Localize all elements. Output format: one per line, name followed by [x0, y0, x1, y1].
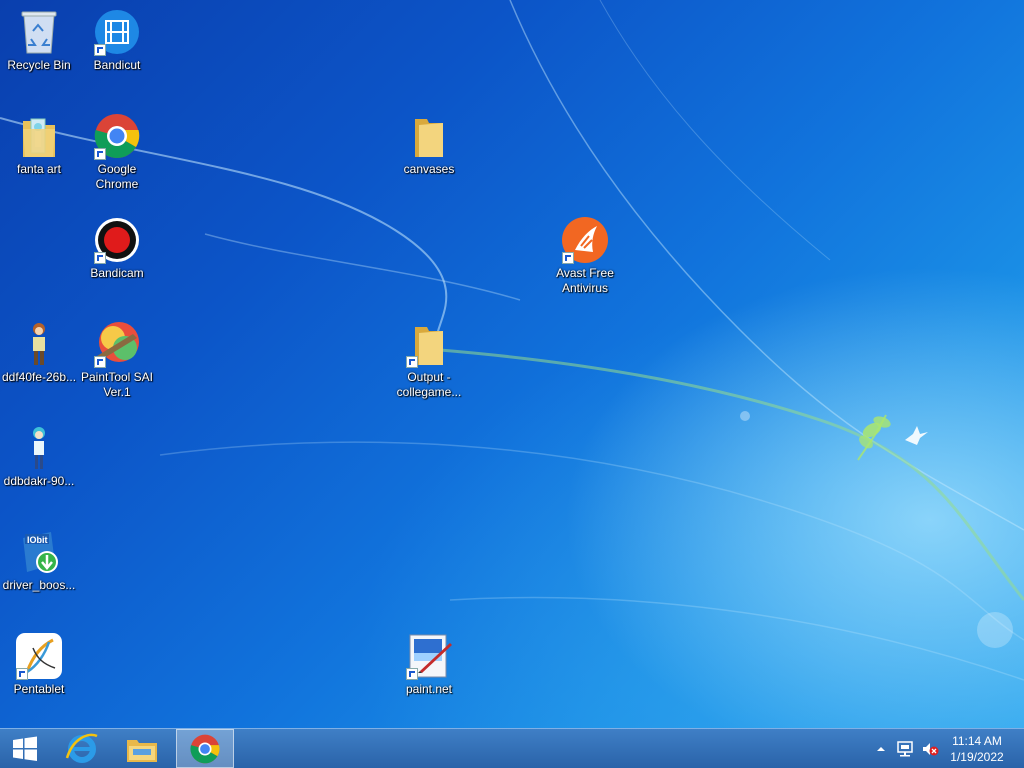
iobit-installer-icon: IObit: [15, 528, 63, 576]
volume-muted-icon: [923, 742, 939, 755]
shortcut-arrow-icon: [16, 668, 28, 680]
svg-text:IObit: IObit: [27, 535, 48, 545]
desktop-icon-ddf40fe[interactable]: ddf40fe-26b...: [0, 320, 78, 385]
network-icon: [897, 740, 913, 756]
start-button[interactable]: [0, 729, 50, 768]
windows-logo-icon: [13, 736, 37, 761]
desktop-icon-label: Pentablet: [13, 682, 65, 696]
paint-net-icon: [405, 632, 453, 680]
clock-date: 1/19/2022: [950, 750, 1004, 764]
chrome-icon: [190, 734, 220, 763]
pentablet-icon: [15, 632, 63, 680]
shortcut-arrow-icon: [562, 252, 574, 264]
desktop-icon-label: driver_boos...: [2, 578, 76, 592]
desktop-icon-driver-booster[interactable]: IObit driver_boos...: [0, 528, 78, 593]
film-icon: [93, 8, 141, 56]
desktop-icon-label: paint.net: [405, 682, 453, 696]
desktop-icon-label: Recycle Bin: [7, 58, 71, 72]
avast-icon: [561, 216, 609, 264]
shortcut-arrow-icon: [94, 44, 106, 56]
taskbar-internet-explorer-button[interactable]: [56, 729, 108, 768]
record-icon: [93, 216, 141, 264]
show-hidden-icons-button[interactable]: [872, 729, 890, 768]
desktop-icon-label: fanta art: [16, 162, 62, 176]
desktop-icon-label: Bandicut: [93, 58, 141, 72]
show-hidden-icons-chevron-icon: [877, 746, 885, 751]
taskbar-chrome-button[interactable]: [176, 729, 234, 768]
shortcut-arrow-icon: [406, 356, 418, 368]
desktop-icon-label: Google Chrome: [95, 162, 139, 191]
taskbar-file-explorer-button[interactable]: [116, 729, 168, 768]
desktop-icon-label: Output - collegame...: [396, 370, 462, 399]
desktop-icon-bandicut[interactable]: Bandicut: [78, 8, 156, 73]
chrome-icon: [93, 112, 141, 160]
desktop-icon-label: PaintTool SAI Ver.1: [80, 370, 154, 399]
desktop-icon-label: ddf40fe-26b...: [1, 370, 77, 384]
desktop-icon-painttool-sai[interactable]: PaintTool SAI Ver.1: [78, 320, 156, 400]
desktop[interactable]: Recycle Bin Bandicut fanta art Google Ch…: [0, 0, 1024, 728]
folder-icon: [405, 320, 453, 368]
desktop-icon-ddbdakr[interactable]: ddbdakr-90...: [0, 424, 78, 489]
internet-explorer-icon: [65, 733, 98, 763]
clock[interactable]: 11:14 AM 1/19/2022: [942, 733, 1012, 765]
recycle-bin-icon: [15, 8, 63, 56]
desktop-icon-paint-net[interactable]: paint.net: [390, 632, 468, 697]
folder-icon: [15, 112, 63, 160]
character-image-icon: [15, 424, 63, 472]
desktop-icon-recycle-bin[interactable]: Recycle Bin: [0, 8, 78, 73]
desktop-icon-output-collegame[interactable]: Output - collegame...: [390, 320, 468, 400]
desktop-icon-label: ddbdakr-90...: [3, 474, 75, 488]
clock-time: 11:14 AM: [952, 734, 1002, 748]
shortcut-arrow-icon: [406, 668, 418, 680]
desktop-icon-label: Avast Free Antivirus: [556, 266, 614, 295]
desktop-icon-google-chrome[interactable]: Google Chrome: [78, 112, 156, 192]
folder-icon: [405, 112, 453, 160]
desktop-icon-pentablet[interactable]: Pentablet: [0, 632, 78, 697]
desktop-icon-label: canvases: [403, 162, 455, 176]
desktop-icon-canvases[interactable]: canvases: [390, 112, 468, 177]
file-explorer-icon: [127, 739, 157, 762]
shortcut-arrow-icon: [94, 356, 106, 368]
network-tray-button[interactable]: [894, 729, 916, 768]
shortcut-arrow-icon: [94, 148, 106, 160]
character-image-icon: [15, 320, 63, 368]
taskbar[interactable]: 11:14 AM 1/19/2022: [0, 728, 1024, 768]
desktop-icon-bandicam[interactable]: Bandicam: [78, 216, 156, 281]
desktop-icon-avast-free-antivirus[interactable]: Avast Free Antivirus: [546, 216, 624, 296]
volume-tray-button[interactable]: [918, 729, 942, 768]
desktop-icon-label: Bandicam: [90, 266, 144, 280]
painttool-sai-icon: [93, 320, 141, 368]
shortcut-arrow-icon: [94, 252, 106, 264]
desktop-icon-fanta-art[interactable]: fanta art: [0, 112, 78, 177]
